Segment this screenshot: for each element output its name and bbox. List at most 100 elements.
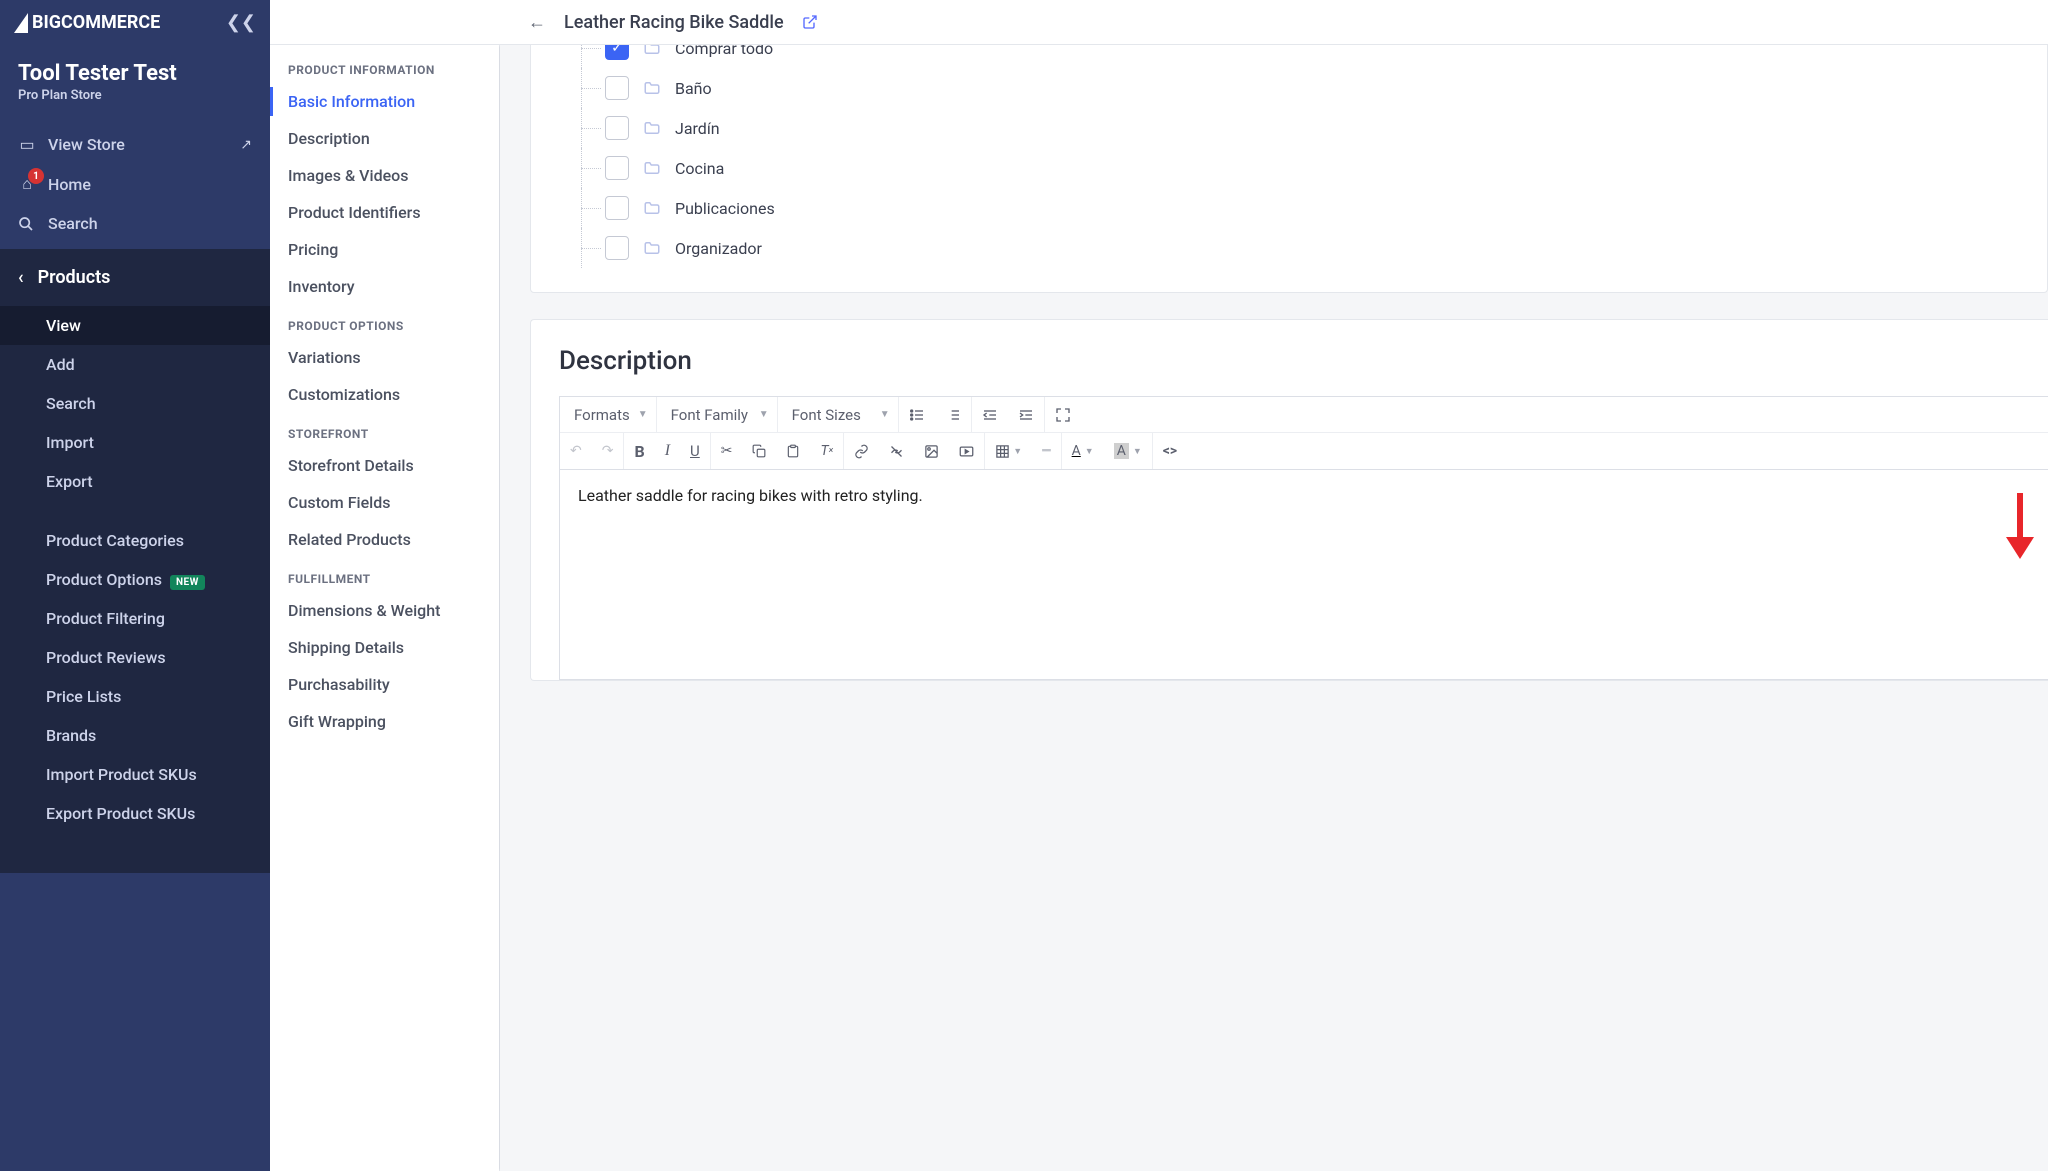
italic-button[interactable]: I [655, 433, 680, 469]
table-button[interactable]: ▼ [985, 433, 1032, 469]
logo-text: BIGCOMMERCE [32, 12, 160, 33]
nav-search[interactable]: Search [0, 204, 270, 243]
section-nav-item[interactable]: Shipping Details [288, 629, 497, 666]
category-checkbox[interactable] [605, 196, 629, 220]
nav-view-store[interactable]: ▭ View Store ↗ [0, 125, 270, 164]
folder-icon [643, 159, 661, 177]
section-nav-item[interactable]: Dimensions & Weight [288, 592, 497, 629]
folder-icon [643, 79, 661, 97]
category-row: Baño [559, 68, 2019, 108]
store-name: Tool Tester Test [18, 61, 252, 86]
nav-home[interactable]: ⌂ 1 Home [0, 164, 270, 204]
image-button[interactable] [914, 433, 949, 469]
nav-products-back[interactable]: ‹ Products [0, 249, 270, 306]
subnav-item[interactable]: Brands [0, 716, 270, 755]
subnav-item[interactable]: Product Filtering [0, 599, 270, 638]
new-badge: NEW [170, 575, 205, 590]
back-arrow-icon[interactable]: ← [528, 12, 546, 33]
undo-button[interactable]: ↶ [560, 433, 592, 469]
subnav-item[interactable]: View [0, 306, 270, 345]
categories-card: ✓Comprar todoBañoJardínCocinaPublicacion… [530, 45, 2048, 293]
open-external-icon[interactable] [802, 14, 818, 30]
subnav-item[interactable]: Product OptionsNEW [0, 560, 270, 599]
search-icon [18, 216, 36, 232]
folder-icon [643, 45, 661, 57]
bold-button[interactable]: B [624, 433, 654, 469]
store-plan: Pro Plan Store [18, 88, 252, 103]
underline-button[interactable]: U [680, 433, 710, 469]
numbered-list-button[interactable] [935, 397, 971, 432]
section-nav-item[interactable]: Customizations [288, 376, 497, 413]
category-checkbox[interactable]: ✓ [605, 45, 629, 60]
external-link-icon: ↗ [240, 137, 252, 153]
bg-color-button[interactable]: A▼ [1104, 433, 1152, 469]
category-checkbox[interactable] [605, 76, 629, 100]
section-nav-item[interactable]: Inventory [288, 268, 497, 305]
section-nav-item[interactable]: Variations [288, 339, 497, 376]
unlink-button[interactable] [879, 433, 914, 469]
store-info: Tool Tester Test Pro Plan Store [0, 45, 270, 113]
toolbar-row-1: Formats▼ Font Family▼ Font Sizes▼ [560, 397, 2048, 433]
folder-icon [643, 119, 661, 137]
subnav-item[interactable]: Product Categories [0, 521, 270, 560]
category-label: Comprar todo [675, 45, 773, 58]
formats-dropdown[interactable]: Formats▼ [560, 406, 656, 424]
sidebar-header: BIGCOMMERCE ❮❮ [0, 0, 270, 45]
description-content: Leather saddle for racing bikes with ret… [578, 486, 923, 505]
nav-primary: ▭ View Store ↗ ⌂ 1 Home Search [0, 113, 270, 249]
category-checkbox[interactable] [605, 236, 629, 260]
outdent-button[interactable] [972, 397, 1008, 432]
collapse-sidebar-icon[interactable]: ❮❮ [226, 12, 256, 33]
text-color-button[interactable]: A▼ [1062, 433, 1104, 469]
subnav-item[interactable]: Import Product SKUs [0, 755, 270, 794]
subnav-item[interactable]: Add [0, 345, 270, 384]
section-nav-item[interactable]: Pricing [288, 231, 497, 268]
nav-label: Search [48, 214, 98, 233]
editor-column: ✓Comprar todoBañoJardínCocinaPublicacion… [500, 45, 2048, 1171]
section-nav-item[interactable]: Images & Videos [288, 157, 497, 194]
font-family-dropdown[interactable]: Font Family▼ [657, 406, 777, 424]
source-code-button[interactable]: <> [1153, 433, 1187, 469]
section-nav-item[interactable]: Related Products [288, 521, 497, 558]
section-nav-item[interactable]: Description [288, 120, 497, 157]
clear-format-button[interactable]: T× [810, 433, 843, 469]
section-heading: PRODUCT OPTIONS [288, 319, 497, 333]
hr-button[interactable]: ━ [1032, 433, 1060, 469]
redo-button[interactable]: ↷ [592, 433, 624, 469]
subnav-item[interactable]: Price Lists [0, 677, 270, 716]
section-nav-item[interactable]: Gift Wrapping [288, 703, 497, 740]
subnav-item[interactable]: Product Reviews [0, 638, 270, 677]
video-button[interactable] [949, 433, 984, 469]
indent-button[interactable] [1008, 397, 1044, 432]
subnav-item[interactable]: Export [0, 462, 270, 501]
description-heading: Description [559, 346, 2048, 376]
category-checkbox[interactable] [605, 116, 629, 140]
category-label: Jardín [675, 119, 720, 138]
section-nav-item[interactable]: Basic Information [288, 83, 497, 120]
category-checkbox[interactable] [605, 156, 629, 180]
folder-icon [643, 239, 661, 257]
cut-button[interactable]: ✂ [711, 433, 743, 469]
section-title: Products [38, 267, 111, 288]
subnav-item[interactable]: Export Product SKUs [0, 794, 270, 833]
logo: BIGCOMMERCE [14, 12, 160, 33]
section-heading: STOREFRONT [288, 427, 497, 441]
subnav-item[interactable]: Search [0, 384, 270, 423]
link-button[interactable] [844, 433, 879, 469]
copy-button[interactable] [742, 433, 776, 469]
font-sizes-dropdown[interactable]: Font Sizes▼ [778, 406, 898, 424]
subnav-item[interactable]: Import [0, 423, 270, 462]
bullet-list-button[interactable] [899, 397, 935, 432]
section-nav-item[interactable]: Storefront Details [288, 447, 497, 484]
notification-badge: 1 [28, 168, 44, 184]
paste-button[interactable] [776, 433, 810, 469]
section-nav-item[interactable]: Custom Fields [288, 484, 497, 521]
section-nav-item[interactable]: Product Identifiers [288, 194, 497, 231]
fullscreen-button[interactable] [1045, 397, 1081, 432]
section-nav-item[interactable]: Purchasability [288, 666, 497, 703]
description-editor[interactable]: Leather saddle for racing bikes with ret… [559, 470, 2048, 680]
annotation-arrow [2006, 493, 2032, 563]
page-title: Leather Racing Bike Saddle [564, 12, 784, 33]
storefront-icon: ▭ [18, 135, 36, 154]
logo-icon [14, 13, 28, 33]
